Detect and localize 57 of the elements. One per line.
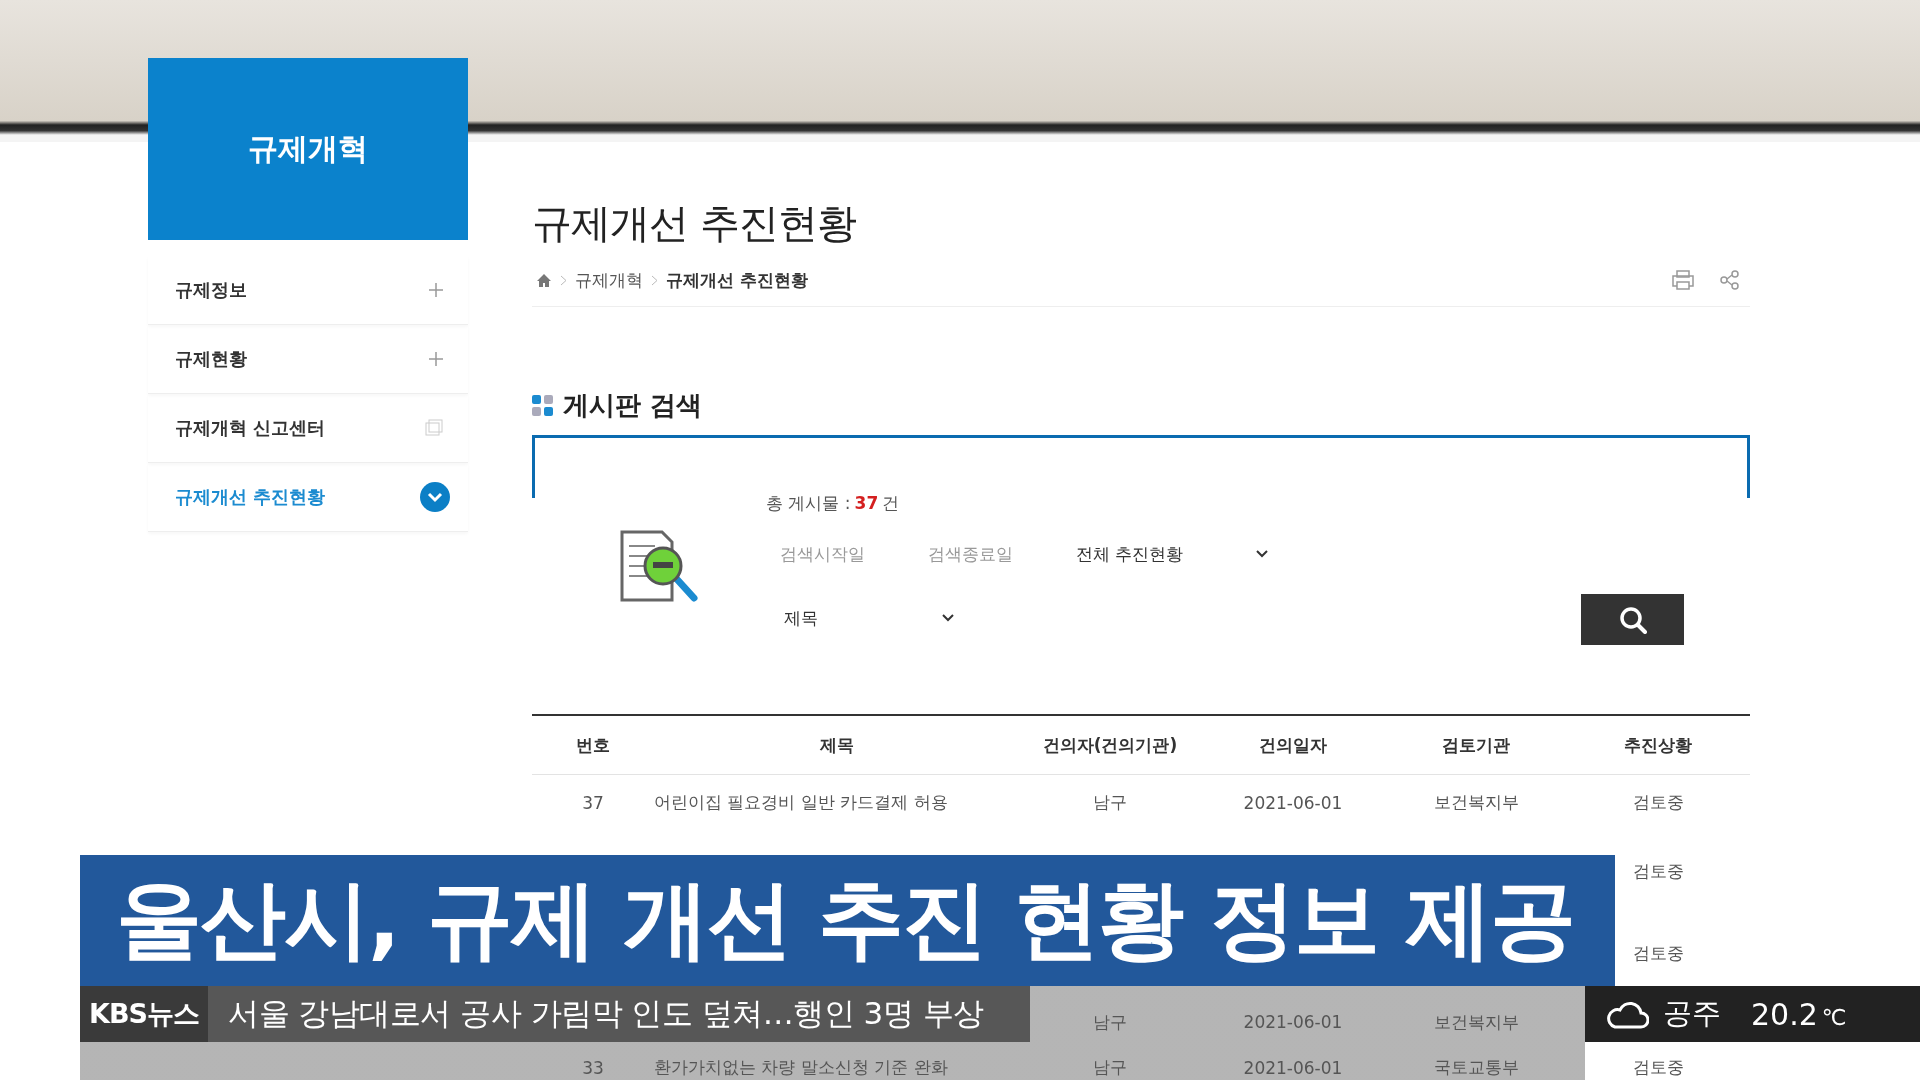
- plus-icon: [429, 352, 443, 366]
- field-dropdown[interactable]: 제목: [784, 603, 954, 633]
- column-header: 건의자(건의기관): [1020, 715, 1200, 775]
- table-cell: 검토중: [1566, 774, 1750, 831]
- home-icon[interactable]: [536, 272, 552, 288]
- column-header: 검토기관: [1386, 715, 1566, 775]
- title-link[interactable]: 환가가치없는 차량 말소신청 기준 완화: [654, 1049, 1020, 1080]
- table-cell-text: 보건복지부: [1432, 1010, 1520, 1034]
- page-title: 규제개선 추진현황: [532, 199, 857, 248]
- grid-icon: [532, 394, 554, 417]
- section-heading: 게시판 검색: [563, 389, 703, 422]
- breadcrumb-link[interactable]: 규제개선 추진현황: [666, 268, 808, 292]
- search-button[interactable]: [1581, 594, 1684, 645]
- table-cell: 2021-06-01: [1200, 774, 1386, 831]
- table-cell-text: 남구: [1092, 1010, 1128, 1034]
- table-cell-text: 2021-06-01: [1242, 1056, 1344, 1080]
- title-link[interactable]: 어린이집 필요경비 일반 카드결제 허용: [654, 774, 1020, 831]
- ticker-text: 서울 강남대로서 공사 가림막 인도 덮쳐…행인 3명 부상: [228, 994, 984, 1033]
- sidebar-item[interactable]: 규제정보: [148, 256, 468, 325]
- table-cell: 37: [532, 774, 654, 831]
- table-cell-text: 검토중: [1631, 1056, 1685, 1079]
- table-cell-text: 2021-06-01: [1242, 1011, 1344, 1034]
- print-icon[interactable]: [1672, 270, 1694, 290]
- table-cell-text: 검토중: [1631, 860, 1685, 883]
- column-header: 추진상황: [1566, 715, 1750, 775]
- table-cell-text: 국토교통부: [1432, 1056, 1520, 1079]
- sidebar-item[interactable]: 규제개혁 신고센터: [148, 394, 468, 463]
- table-cell: 보건복지부: [1386, 774, 1566, 831]
- column-header: 건의일자: [1200, 715, 1386, 775]
- chevron-right-icon: [560, 274, 567, 286]
- new-window-icon: [425, 419, 443, 437]
- city-name: 공주: [1663, 995, 1721, 1032]
- table-cell-text: 검토중: [1631, 942, 1685, 965]
- sidebar-item[interactable]: 규제개선 추진현황: [148, 463, 468, 532]
- plus-icon: [429, 283, 443, 297]
- section-title: 규제개혁: [148, 58, 468, 240]
- end-date-field[interactable]: 검색종료일: [926, 543, 1054, 565]
- sidebar-item[interactable]: 규제현황: [148, 325, 468, 394]
- search-icon: [1618, 605, 1647, 634]
- temperature: 20.2℃: [1750, 996, 1847, 1032]
- start-date-field[interactable]: 검색시작일: [778, 543, 906, 565]
- chevron-down-icon: [942, 614, 954, 622]
- table-cell-text: 남구: [1092, 1056, 1128, 1079]
- column-header: 번호: [532, 715, 654, 775]
- total-count: 총 게시물 : 37 건: [766, 491, 901, 515]
- chevron-down-icon: [420, 482, 450, 512]
- column-header: 제목: [654, 715, 1020, 775]
- status-dropdown[interactable]: 전체 추진현황: [1076, 542, 1268, 566]
- cloud-icon: [1605, 999, 1649, 1029]
- table-cell-text: 33: [581, 1056, 605, 1080]
- channel-logo: KBS뉴스: [80, 986, 208, 1042]
- table-cell: 남구: [1020, 774, 1200, 831]
- chevron-down-icon: [1256, 550, 1268, 558]
- share-icon[interactable]: [1720, 270, 1740, 290]
- headline-text: 울산시, 규제 개선 추진 현황 정보 제공: [116, 868, 1575, 971]
- chevron-right-icon: [651, 274, 658, 286]
- breadcrumb-link[interactable]: 규제개혁: [575, 268, 643, 292]
